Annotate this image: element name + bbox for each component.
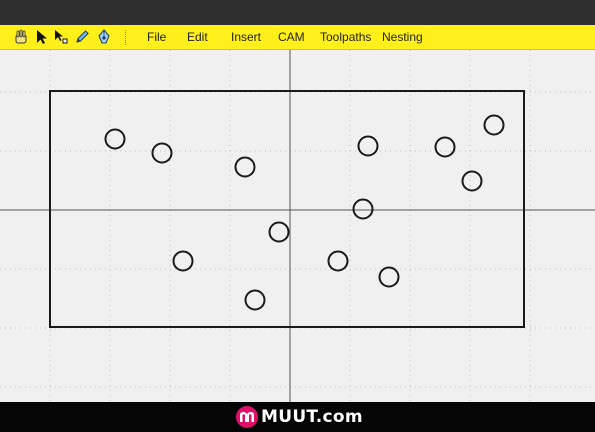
pen-draw-icon[interactable] [96, 29, 112, 45]
hole-circles [104, 114, 505, 311]
toolbar-separator [125, 30, 126, 45]
stock-rectangle[interactable] [49, 90, 525, 328]
menu-file[interactable]: File [147, 30, 166, 44]
hole-circle[interactable] [357, 135, 379, 157]
menu-edit[interactable]: Edit [187, 30, 208, 44]
muut-logo-icon [236, 406, 258, 428]
hole-circle[interactable] [461, 170, 483, 192]
hole-circle[interactable] [151, 142, 173, 164]
footer-bar: MUUT.com [0, 402, 595, 432]
axes [0, 50, 595, 402]
hole-circle[interactable] [327, 250, 349, 272]
hole-circle[interactable] [234, 156, 256, 178]
title-bar [0, 0, 595, 25]
hole-circle[interactable] [378, 266, 400, 288]
brand-text: MUUT.com [261, 407, 363, 427]
menu-insert[interactable]: Insert [231, 30, 261, 44]
brand-logo[interactable]: MUUT.com [236, 406, 363, 428]
pencil-icon[interactable] [74, 29, 90, 45]
hole-circle[interactable] [268, 221, 290, 243]
node-edit-icon[interactable] [53, 29, 69, 45]
hole-circle[interactable] [104, 128, 126, 150]
menu-toolpaths[interactable]: Toolpaths [320, 30, 371, 44]
hand-pan-icon[interactable] [13, 29, 29, 45]
hole-circle[interactable] [352, 198, 374, 220]
hole-circle[interactable] [172, 250, 194, 272]
hole-circle[interactable] [483, 114, 505, 136]
hole-circle[interactable] [244, 289, 266, 311]
canvas-svg[interactable] [0, 50, 595, 402]
drawing-canvas[interactable] [0, 50, 595, 402]
select-arrow-icon[interactable] [34, 29, 50, 45]
toolbar: File Edit Insert CAM Toolpaths Nesting [0, 25, 595, 50]
menu-nesting[interactable]: Nesting [382, 30, 423, 44]
grid [0, 50, 595, 402]
hole-circle[interactable] [434, 136, 456, 158]
menu-cam[interactable]: CAM [278, 30, 305, 44]
